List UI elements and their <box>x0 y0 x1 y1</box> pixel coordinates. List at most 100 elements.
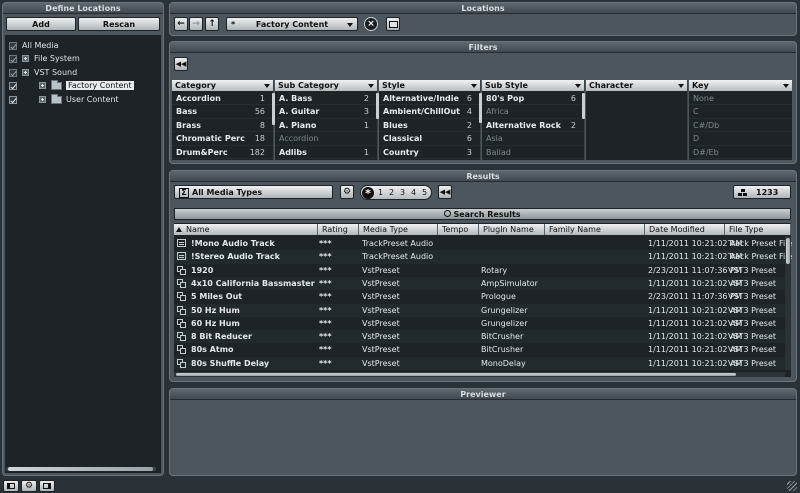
filter-row[interactable]: Asia <box>482 132 584 146</box>
filter-column-category[interactable]: Category Accordion 1 Bass 56 Brass 8 Chroma… <box>172 80 274 160</box>
filter-scrollbar[interactable] <box>272 93 275 125</box>
filter-column-header[interactable]: Sub Category <box>275 80 377 92</box>
result-row[interactable]: 8 Bit Reducer *** VstPreset BitCrusher 1/11/… <box>174 330 788 344</box>
expand-icon[interactable] <box>22 55 29 62</box>
expand-icon[interactable] <box>39 82 46 89</box>
filter-column-sub-category[interactable]: Sub Category A. Bass 2 A. Guitar 3 A. Pian… <box>275 80 378 160</box>
column-header-name[interactable]: Name <box>174 224 318 235</box>
rescan-button[interactable]: Rescan <box>78 17 160 31</box>
column-header-family-name[interactable]: Family Name <box>545 224 645 235</box>
filter-row[interactable]: D#/Eb <box>689 146 792 159</box>
forward-button[interactable]: → <box>189 17 203 31</box>
rating-level-1[interactable]: 1 <box>378 188 383 197</box>
checkbox-icon[interactable] <box>9 81 17 90</box>
add-location-button[interactable]: Add <box>6 17 76 31</box>
save-location-button[interactable] <box>386 17 400 31</box>
tree-item-file-system[interactable]: File System <box>9 53 80 65</box>
filter-row[interactable]: Ballad <box>482 146 584 159</box>
filter-row[interactable]: C#/Db <box>689 119 792 133</box>
checkbox-icon[interactable] <box>9 41 17 50</box>
rating-filter[interactable]: * 1 2 3 4 5 <box>360 185 432 200</box>
expand-icon[interactable] <box>39 96 46 103</box>
remove-location-button[interactable]: × <box>364 17 378 31</box>
filter-row[interactable]: Blues 2 <box>379 119 480 133</box>
filter-column-header[interactable]: Character <box>586 80 687 92</box>
result-row[interactable]: 60 Hz Hum *** VstPreset Grungelizer 1/11/201… <box>174 317 788 330</box>
filter-column-style[interactable]: Style Alternative/Indie 6 Ambient/ChillOu… <box>379 80 481 160</box>
filter-scrollbar[interactable] <box>479 93 482 123</box>
column-header-media-type[interactable]: Media Type <box>359 224 438 235</box>
filter-scrollbar[interactable] <box>582 93 585 119</box>
expand-icon[interactable] <box>22 69 29 76</box>
checkbox-icon[interactable] <box>9 95 17 104</box>
filter-row[interactable]: Drum&Perc 182 <box>172 146 273 159</box>
results-horizontal-scrollbar[interactable] <box>174 372 785 377</box>
tree-item-factory-content[interactable]: Factory Content <box>9 79 134 92</box>
reset-results-button[interactable]: ◀◀ <box>438 185 452 199</box>
rating-level-5[interactable]: 5 <box>422 188 427 197</box>
view-toggle-button[interactable] <box>39 480 55 492</box>
filter-row[interactable]: None <box>689 92 792 106</box>
checkbox-icon[interactable] <box>9 54 17 63</box>
rating-level-2[interactable]: 2 <box>389 188 394 197</box>
settings-toggle-button[interactable]: ⚙ <box>21 480 37 492</box>
filter-row[interactable]: Alternative Rock 2 <box>482 119 584 133</box>
filter-row[interactable]: Accordion <box>275 132 377 146</box>
results-vertical-scrollbar[interactable] <box>785 236 791 370</box>
result-row[interactable]: !Stereo Audio Track *** TrackPreset Audio 1… <box>174 250 792 264</box>
filter-row[interactable]: C <box>689 105 792 119</box>
filter-column-key[interactable]: Key None C C#/Db D D#/Eb <box>689 80 792 160</box>
checkbox-icon[interactable] <box>9 68 17 77</box>
filter-row[interactable]: Accordion 1 <box>172 92 273 106</box>
result-row[interactable]: 5 Miles Out *** VstPreset Prologue 2/23/2011… <box>174 290 788 303</box>
scrollbar-thumb[interactable] <box>176 373 736 376</box>
filter-column-sub-style[interactable]: Sub Style 80's Pop 6 Africa Alternative R… <box>482 80 585 160</box>
search-results-bar[interactable]: Search Results <box>174 208 791 220</box>
up-button[interactable]: ↑ <box>205 17 219 31</box>
column-header-plugin-name[interactable]: PlugIn Name <box>479 224 545 235</box>
filter-row[interactable]: Adlibs 1 <box>275 146 377 159</box>
filter-row[interactable]: A. Guitar 3 <box>275 105 377 119</box>
result-row[interactable]: 1920 *** VstPreset Rotary 2/23/2011 11:07:36… <box>174 264 788 277</box>
tree-item-vst-sound[interactable]: VST Sound <box>9 67 77 79</box>
scrollbar-thumb[interactable] <box>786 238 790 264</box>
scrollbar-thumb[interactable] <box>8 467 153 471</box>
filter-row[interactable]: Classical 6 <box>379 132 480 146</box>
result-row[interactable]: 4x10 California Bassmaster *** VstPreset Am… <box>174 276 788 291</box>
filter-column-header[interactable]: Style <box>379 80 480 92</box>
column-header-file-type[interactable]: File Type <box>725 224 791 235</box>
column-header-tempo[interactable]: Tempo <box>438 224 479 235</box>
filter-row[interactable]: Country 3 <box>379 146 480 159</box>
filter-row[interactable]: A. Piano 1 <box>275 119 377 133</box>
tree-item-user-content[interactable]: User Content <box>9 93 119 106</box>
rating-star-icon[interactable]: * <box>362 187 374 200</box>
filter-row[interactable]: Chromatic Perc 18 <box>172 132 273 146</box>
filter-row[interactable]: Bass 56 <box>172 105 273 119</box>
tree-horizontal-scrollbar[interactable] <box>6 467 156 471</box>
result-row[interactable]: 80s Shuffle Delay *** VstPreset MonoDelay 1/… <box>174 356 788 370</box>
filter-row[interactable]: Brass 8 <box>172 119 273 133</box>
filter-column-character[interactable]: Character <box>586 80 688 160</box>
settings-button[interactable]: ⚙ <box>340 185 354 199</box>
filter-row[interactable]: 80's Pop 6 <box>482 92 584 106</box>
reset-filters-button[interactable]: ◀◀ <box>174 57 188 71</box>
filter-row[interactable]: D <box>689 132 792 146</box>
filter-column-header[interactable]: Sub Style <box>482 80 584 92</box>
tree-item-all-media[interactable]: All Media <box>9 40 59 52</box>
back-button[interactable]: ← <box>174 17 188 31</box>
column-header-date-modified[interactable]: Date Modified <box>645 224 725 235</box>
rating-level-4[interactable]: 4 <box>411 188 416 197</box>
layout-toggle-button[interactable] <box>3 480 19 492</box>
filter-column-header[interactable]: Category <box>172 80 273 92</box>
filter-column-header[interactable]: Key <box>689 80 792 92</box>
location-select[interactable]: * Factory Content <box>226 17 358 31</box>
result-row[interactable]: 50 Hz Hum *** VstPreset Grungelizer 1/11/201… <box>174 303 788 317</box>
media-type-select[interactable]: Σ All Media Types <box>174 185 333 199</box>
rating-level-3[interactable]: 3 <box>400 188 405 197</box>
result-row[interactable]: !Mono Audio Track *** TrackPreset Audio 1/1… <box>174 237 792 250</box>
result-row[interactable]: 80s Atmo *** VstPreset BitCrusher 1/11/2011 … <box>174 343 788 356</box>
filter-row[interactable]: Africa <box>482 105 584 119</box>
filter-scrollbar[interactable] <box>376 93 379 119</box>
filter-row[interactable]: A. Bass 2 <box>275 92 377 106</box>
column-header-rating[interactable]: Rating <box>318 224 359 235</box>
